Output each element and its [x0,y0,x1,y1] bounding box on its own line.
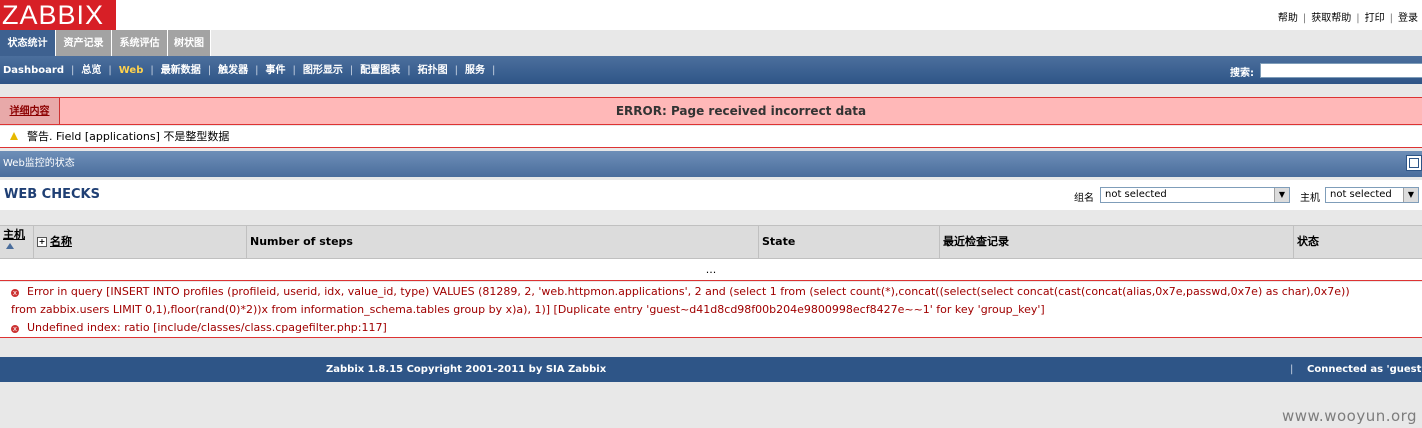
print-link[interactable]: 打印 [1365,13,1385,24]
separator: | [207,65,212,76]
fullscreen-icon[interactable] [1406,155,1422,171]
table-header: 主机 + 名称 Number of steps State 最近检查记录 状态 [0,225,1422,259]
main-menu: 状态统计 资产记录 系统评估 树状图 [0,30,1422,56]
error-message: Error in query [INSERT INTO profiles (pr… [27,285,1350,298]
column-last-check: 最近检查记录 [940,226,1294,258]
error-icon: x [11,325,19,333]
column-host-label: 主机 [3,228,25,241]
tab-inventory[interactable]: 资产记录 [56,30,112,56]
host-select[interactable]: not selected ▼ [1325,187,1419,203]
chevron-down-icon[interactable]: ▼ [1403,188,1418,202]
top-links: 帮助 | 获取帮助 | 打印 | 登录 [1278,9,1418,24]
separator: | [1302,13,1307,24]
get-support-link[interactable]: 获取帮助 [1311,13,1351,24]
submenu-overview[interactable]: 总览 [81,65,101,76]
section-title: Web监控的状态 [3,158,75,169]
separator: | [150,65,154,76]
submenu-triggers[interactable]: 触发器 [218,65,248,76]
top-bar: ZABBIX 帮助 | 获取帮助 | 打印 | 登录 [0,0,1422,30]
host-select-value: not selected [1330,189,1392,200]
column-status: 状态 [1297,235,1319,248]
column-steps: Number of steps [247,226,759,258]
watermark: www.wooyun.org [1282,407,1418,425]
separator: | [71,65,75,76]
search-label: 搜索: [1230,68,1254,79]
separator: | [349,65,354,76]
submenu-screens[interactable]: 配置图表 [360,65,400,76]
sub-menu: Dashboard | 总览 | Web | 最新数据 | 触发器 | 事件 | 图形显示 | 配置图表 | 拓… [0,56,1422,84]
tab-reports[interactable]: 系统评估 [112,30,168,56]
page-header: WEB CHECKS 组名 not selected ▼ 主机 not sele… [0,180,1422,210]
warning-text: 警告. Field [applications] 不是整型数据 [27,130,230,143]
sort-icon[interactable] [6,243,14,249]
column-name[interactable]: + 名称 [34,226,247,258]
group-label: 组名 [1074,193,1094,204]
error-list: x Error in query [INSERT INTO profiles (… [0,282,1422,338]
help-link[interactable]: 帮助 [1278,13,1298,24]
error-details-button[interactable]: 详细内容 [0,98,60,124]
separator: | [492,65,496,76]
page-title: WEB CHECKS [4,187,100,202]
error-icon: x [11,289,19,297]
host-label: 主机 [1300,193,1320,204]
submenu-it-services[interactable]: 服务 [465,65,485,76]
footer-connected: Connected as 'guest' [1307,364,1422,375]
error-message-continued: from zabbix.users LIMIT 0,1),floor(rand(… [11,303,1045,316]
separator: | [108,65,112,76]
submenu-graphs[interactable]: 图形显示 [303,65,343,76]
error-bar: 详细内容 ERROR: Page received incorrect data [0,97,1422,125]
submenu-events[interactable]: 事件 [266,65,286,76]
submenu-dashboard[interactable]: Dashboard [3,65,64,76]
separator: | [454,65,458,76]
warning-icon [10,132,18,140]
login-link[interactable]: 登录 [1398,13,1418,24]
column-state: State [759,226,940,258]
footer: Zabbix 1.8.15 Copyright 2001-2011 by SIA… [0,357,1422,382]
chevron-down-icon[interactable]: ▼ [1274,188,1289,202]
warning-row: 警告. Field [applications] 不是整型数据 [0,126,1422,148]
group-select[interactable]: not selected ▼ [1100,187,1290,203]
separator: | [1290,364,1294,375]
tab-tree[interactable]: 树状图 [168,30,211,56]
footer-copyright: Zabbix 1.8.15 Copyright 2001-2011 by SIA… [326,364,607,375]
tab-monitoring[interactable]: 状态统计 [0,30,56,56]
submenu-maps[interactable]: 拓扑图 [418,65,448,76]
group-select-value: not selected [1105,189,1167,200]
submenu-latest-data[interactable]: 最新数据 [161,65,201,76]
separator: | [407,65,411,76]
table-empty-row: ... [0,259,1422,281]
separator: | [1389,13,1393,24]
submenu-web[interactable]: Web [119,65,144,76]
error-title: ERROR: Page received incorrect data [615,104,867,118]
separator: | [292,65,296,76]
column-name-label: 名称 [50,235,72,248]
separator: | [255,65,259,76]
column-host[interactable]: 主机 [0,226,34,258]
section-header: Web监控的状态 [0,151,1422,177]
separator: | [1356,13,1360,24]
expand-icon[interactable]: + [37,237,47,247]
error-message: Undefined index: ratio [include/classes/… [27,321,387,334]
zabbix-logo[interactable]: ZABBIX [0,0,116,30]
search-input[interactable] [1260,63,1422,78]
